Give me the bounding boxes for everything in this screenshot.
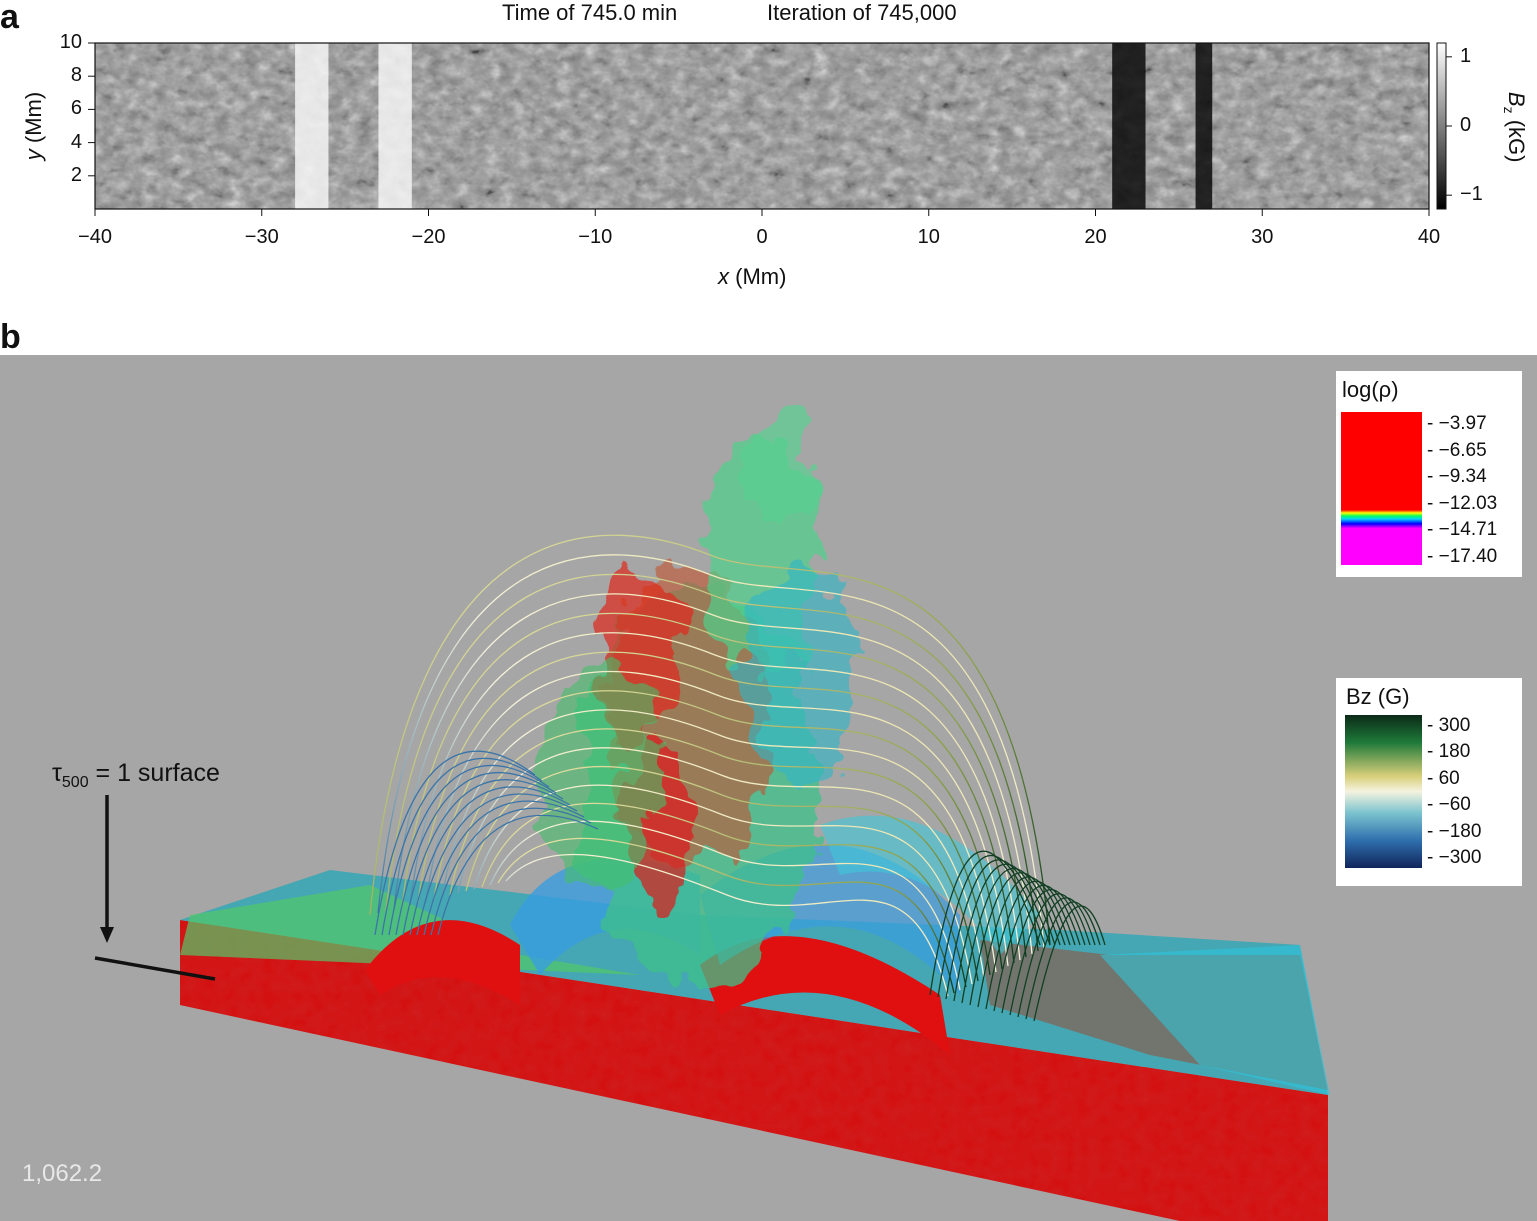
colorbar-tick-label: 0 bbox=[1460, 114, 1472, 136]
density-tick-label: - −12.03 bbox=[1427, 492, 1498, 514]
bz-legend-title: Bz (G) bbox=[1346, 684, 1410, 709]
colorbar-label: Bz (kG) bbox=[1500, 91, 1530, 163]
bz-tick-label: - −180 bbox=[1427, 820, 1482, 842]
density-tick-label: - −17.40 bbox=[1427, 546, 1498, 567]
y-tick-label: 2 bbox=[70, 163, 82, 186]
bz-tick-label: - 180 bbox=[1427, 741, 1471, 763]
bz-magnetogram-chart bbox=[88, 42, 1452, 216]
x-tick-label: 0 bbox=[756, 226, 768, 248]
tau-surface-label: τ500 = 1 surface bbox=[52, 759, 220, 791]
density-legend: log(ρ) - −3.97 - −6.65 - −9.34 - −12.03 - −1… bbox=[1336, 371, 1522, 577]
density-legend-title: log(ρ) bbox=[1342, 377, 1399, 402]
bz-legend: Bz (G) - 300 - 180 - 60 - −60 - −180 - −300 bbox=[1336, 678, 1522, 886]
render-scene bbox=[94, 405, 1330, 1221]
panel-letter-b: b bbox=[0, 318, 21, 356]
x-tick-label: 30 bbox=[1251, 226, 1274, 248]
x-tick-label: 10 bbox=[917, 226, 940, 248]
positive-flux-band-1 bbox=[378, 43, 412, 209]
x-axis-label: x (Mm) bbox=[718, 264, 787, 289]
density-tick-label: - −3.97 bbox=[1427, 413, 1487, 434]
x-tick-label: −10 bbox=[578, 226, 613, 248]
frame-number: 1,062.2 bbox=[22, 1160, 103, 1187]
x-axis-ticks bbox=[94, 209, 1430, 216]
x-tick-label: −30 bbox=[244, 226, 279, 248]
negative-flux-band-1 bbox=[1195, 43, 1213, 209]
colorbar-ticks bbox=[1446, 56, 1452, 196]
y-axis-label: y (Mm) bbox=[21, 91, 46, 161]
positive-flux-band-0 bbox=[295, 43, 329, 209]
x-tick-label: −20 bbox=[411, 226, 446, 248]
density-colorbar bbox=[1341, 412, 1422, 565]
negative-flux-band-0 bbox=[1112, 43, 1146, 209]
y-tick-label: 10 bbox=[59, 31, 82, 53]
bz-tick-label: - −60 bbox=[1427, 794, 1471, 816]
bz-colorbar-3d bbox=[1345, 715, 1422, 868]
simulation-3d-render: log(ρ) - −3.97 - −6.65 - −9.34 - −12.03 - −1… bbox=[0, 355, 1537, 1221]
x-tick-label: 40 bbox=[1417, 226, 1441, 248]
colorbar-tick-label: −1 bbox=[1460, 183, 1483, 206]
y-tick-label: 8 bbox=[70, 64, 82, 87]
bz-tick-label: - 60 bbox=[1427, 767, 1460, 789]
tau-arrow-head bbox=[100, 927, 114, 943]
colorbar-tick-label: 1 bbox=[1460, 44, 1472, 67]
density-tick-label: - −6.65 bbox=[1427, 439, 1487, 461]
x-tick-label: 20 bbox=[1084, 226, 1107, 248]
bz-colorbar bbox=[1436, 42, 1447, 210]
density-tick-label: - −14.71 bbox=[1427, 519, 1498, 541]
density-tick-label: - −9.34 bbox=[1427, 466, 1487, 488]
y-axis-ticks bbox=[88, 42, 95, 177]
bz-tick-label: - −300 bbox=[1427, 847, 1482, 868]
bz-tick-label: - 300 bbox=[1427, 715, 1471, 736]
x-tick-label: −40 bbox=[78, 226, 112, 248]
